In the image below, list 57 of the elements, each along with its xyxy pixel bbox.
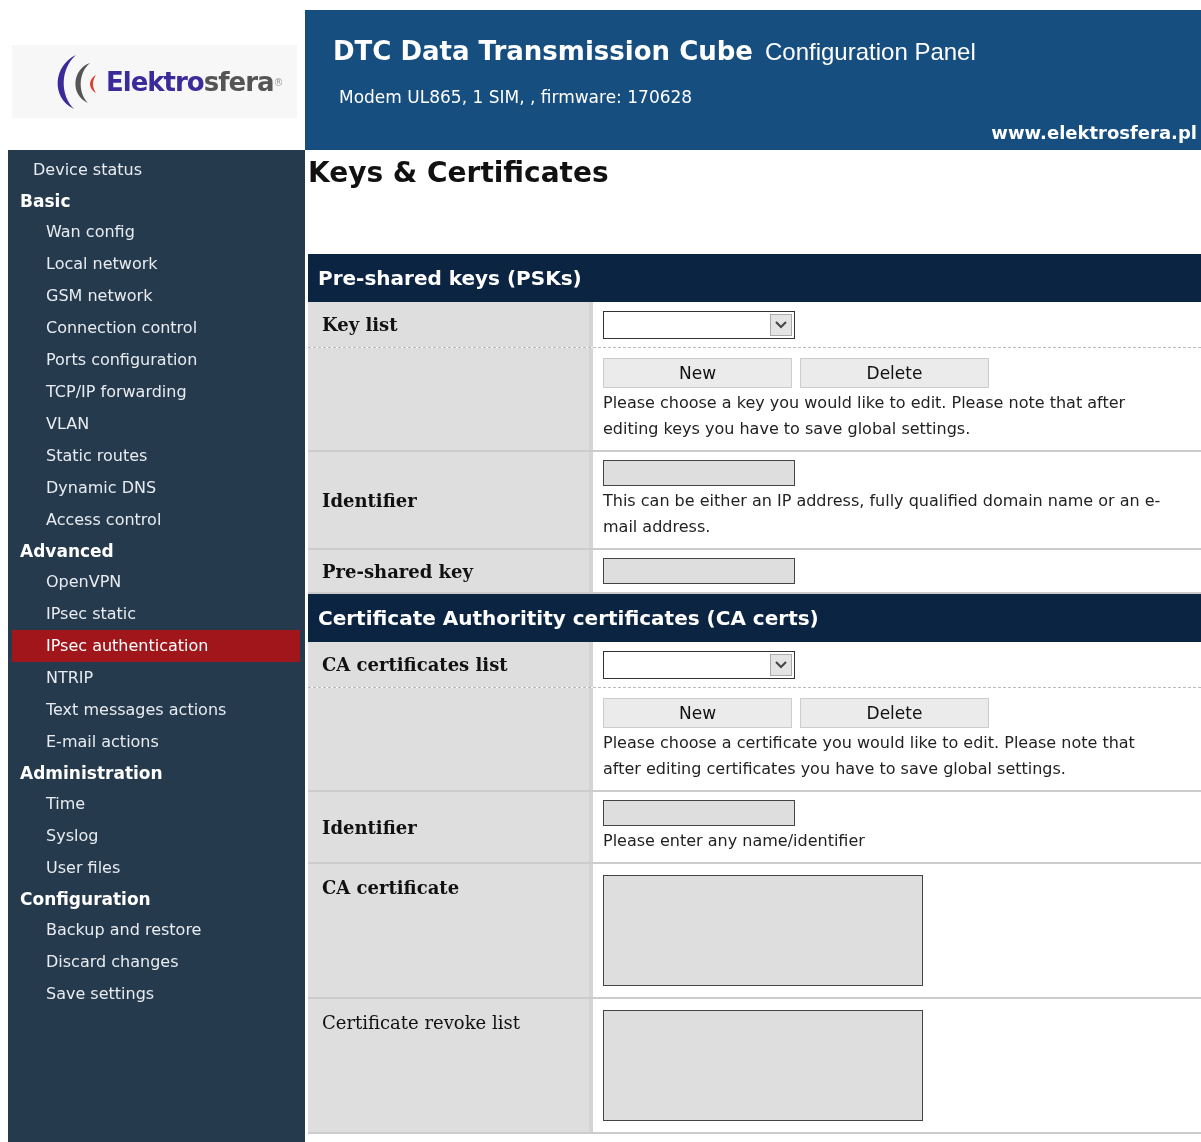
field-label: Identifier: [322, 815, 417, 840]
sidebar-group-heading: Configuration: [19, 888, 152, 911]
sidebar-item[interactable]: Dynamic DNS: [12, 472, 300, 504]
section-header: Certificate Authoritity certificates (CA certs): [308, 594, 1201, 642]
sidebar-item[interactable]: Connection control: [12, 312, 300, 344]
sidebar-item[interactable]: Save settings: [12, 978, 300, 1010]
sidebar-item[interactable]: NTRIP: [12, 662, 300, 694]
help-text: Please choose a key you would like to edit. Please note that after editing keys you have to save global settings.: [603, 392, 1127, 440]
input-field[interactable]: [603, 558, 795, 584]
field-label: Identifier: [322, 488, 417, 513]
field-label: CA certificate: [322, 876, 460, 900]
sidebar-item[interactable]: OpenVPN: [12, 566, 300, 598]
input-field[interactable]: [603, 460, 795, 486]
form-button[interactable]: New: [603, 698, 792, 728]
sidebar-item[interactable]: Text messages actions: [12, 694, 300, 726]
sidebar-item[interactable]: TCP/IP forwarding: [12, 376, 300, 408]
sidebar-item[interactable]: Static routes: [12, 440, 300, 472]
text-area[interactable]: [603, 875, 923, 986]
field-label: Pre-shared key: [322, 559, 473, 584]
sidebar-item[interactable]: VLAN: [12, 408, 300, 440]
sidebar-item[interactable]: User files: [12, 852, 300, 884]
sidebar-item[interactable]: Discard changes: [12, 946, 300, 978]
sidebar-group-heading: Basic: [19, 190, 72, 213]
website-link[interactable]: www.elektrosfera.pl: [991, 119, 1197, 146]
device-info: Modem UL865, 1 SIM, , firmware: 170628: [339, 86, 694, 109]
app-subtitle: Configuration Panel: [764, 37, 976, 67]
section-header: Pre-shared keys (PSKs): [308, 254, 1201, 302]
page-title: Keys & Certificates: [308, 155, 610, 191]
field-label: Key list: [322, 313, 398, 337]
sidebar-item[interactable]: IPsec static: [12, 598, 300, 630]
key-dropdown[interactable]: [603, 310, 795, 339]
sidebar-item[interactable]: Time: [12, 788, 300, 820]
sidebar-item[interactable]: Access control: [12, 504, 300, 536]
sidebar-item[interactable]: E-mail actions: [12, 726, 300, 758]
sidebar-group-heading: Administration: [19, 762, 164, 785]
sidebar-item[interactable]: GSM network: [12, 280, 300, 312]
logo-text: Elektrosfera$^{®}$: [106, 68, 283, 95]
form-button[interactable]: Delete: [800, 358, 989, 388]
key-dropdown[interactable]: [603, 650, 795, 679]
sidebar-item[interactable]: Syslog: [12, 820, 300, 852]
field-label: CA certificates list: [322, 653, 508, 677]
sidebar-item[interactable]: Ports configuration: [12, 344, 300, 376]
sidebar-item[interactable]: Device status: [12, 154, 300, 186]
field-label: Certificate revoke list: [322, 1011, 520, 1035]
help-text: Please choose a certificate you would like to edit. Please note that after editing certificates you have to save global settings.: [603, 732, 1136, 780]
input-field[interactable]: [603, 800, 795, 826]
sidebar-group-heading: Advanced: [19, 540, 115, 563]
app-title: DTC Data Transmission Cube: [333, 35, 753, 68]
form-button[interactable]: Delete: [800, 698, 989, 728]
sidebar-item[interactable]: Wan config: [12, 216, 300, 248]
help-text: Please enter any name/identifier: [603, 830, 866, 852]
sidebar-item[interactable]: Backup and restore: [12, 914, 300, 946]
help-text: This can be either an IP address, fully qualified domain name or an e-mail address.: [603, 490, 1162, 538]
form-button[interactable]: New: [603, 358, 792, 388]
text-area[interactable]: [603, 1010, 923, 1121]
sidebar-item[interactable]: IPsec authentication: [12, 630, 300, 662]
sidebar-item[interactable]: Local network: [12, 248, 300, 280]
